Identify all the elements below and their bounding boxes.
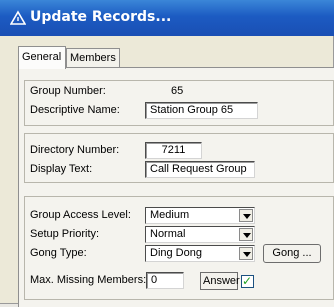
app-triangle-icon xyxy=(9,10,27,26)
answer-label: Answer xyxy=(203,275,240,287)
setup-priority-label: Setup Priority: xyxy=(30,228,100,240)
tab-members-label: Members xyxy=(70,52,116,64)
display-text-value: Call Request Group xyxy=(150,163,247,175)
gong-type-select[interactable]: Ding Dong xyxy=(145,245,255,262)
chevron-down-icon[interactable] xyxy=(239,209,253,222)
gong-type-value: Ding Dong xyxy=(150,247,202,259)
directory-section: Directory Number: 7211 Display Text: Cal… xyxy=(24,133,334,183)
setup-priority-select[interactable]: Normal xyxy=(145,226,255,243)
tab-general[interactable]: General xyxy=(18,46,66,69)
checkmark-icon: ✓ xyxy=(242,274,253,288)
tab-strip: General Members xyxy=(18,46,328,69)
max-missing-members-value: 0 xyxy=(151,274,158,286)
gong-button[interactable]: Gong ... xyxy=(263,244,321,263)
descriptive-name-label: Descriptive Name: xyxy=(30,104,120,116)
chevron-down-icon[interactable] xyxy=(239,228,253,241)
window-title: Update Records... xyxy=(30,9,172,25)
max-missing-members-label: Max. Missing Members: xyxy=(30,274,147,286)
group-number-value: 65 xyxy=(171,85,184,97)
tab-members[interactable]: Members xyxy=(66,48,120,68)
max-missing-members-field[interactable]: 0 xyxy=(146,272,184,289)
tab-general-label: General xyxy=(22,51,62,63)
setup-priority-value: Normal xyxy=(150,228,186,240)
settings-section: Group Access Level: Medium Setup Priorit… xyxy=(24,196,334,300)
group-number-label: Group Number: xyxy=(30,85,106,97)
chevron-down-icon[interactable] xyxy=(239,247,253,260)
answer-checkbox[interactable]: ✓ xyxy=(241,274,254,288)
display-text-label: Display Text: xyxy=(30,163,93,175)
title-bar[interactable]: Update Records... xyxy=(0,0,334,36)
display-text-field[interactable]: Call Request Group xyxy=(145,161,255,178)
update-records-window: Update Records... General Members Group … xyxy=(0,0,334,307)
group-access-level-label: Group Access Level: xyxy=(30,209,131,221)
directory-number-label: Directory Number: xyxy=(30,144,120,156)
group-access-level-value: Medium xyxy=(150,209,190,221)
descriptive-name-field[interactable]: Station Group 65 xyxy=(145,102,258,119)
group-info-section: Group Number: 65 Descriptive Name: Stati… xyxy=(24,80,334,126)
gong-type-label: Gong Type: xyxy=(30,247,87,259)
descriptive-name-value: Station Group 65 xyxy=(150,104,234,116)
answer-button[interactable]: Answer xyxy=(200,272,240,290)
directory-number-value: 7211 xyxy=(161,144,186,156)
group-access-level-select[interactable]: Medium xyxy=(145,207,255,224)
directory-number-field[interactable]: 7211 xyxy=(145,142,202,159)
